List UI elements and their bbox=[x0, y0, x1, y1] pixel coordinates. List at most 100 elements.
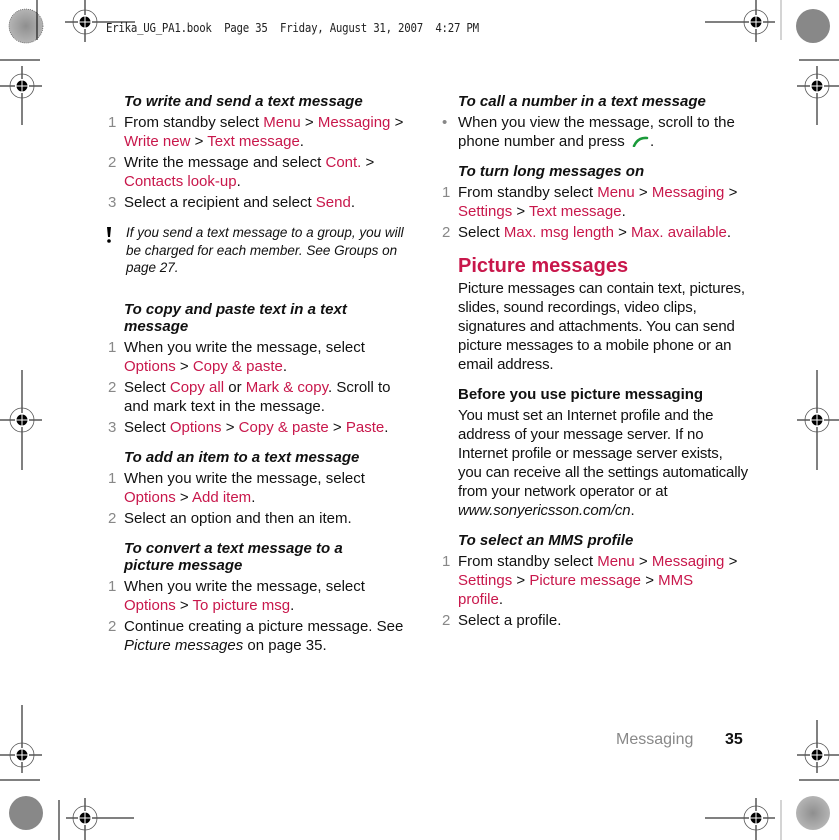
step-text: . bbox=[282, 357, 288, 375]
menu-path-item[interactable]: Settings bbox=[458, 203, 512, 220]
heading-call-number: To call a number in a text message bbox=[458, 93, 706, 110]
menu-path-item[interactable]: Max. available bbox=[631, 224, 727, 241]
step-item: 2 Select a profile. bbox=[440, 611, 740, 630]
step-item: 1 When you write the message, select Opti… bbox=[106, 577, 406, 615]
bullet: • bbox=[442, 114, 448, 131]
menu-path-item[interactable]: Menu bbox=[597, 553, 635, 570]
step-text: Continue creating a picture message. See bbox=[124, 617, 404, 635]
step-text: . bbox=[236, 173, 241, 190]
page-number: 35 bbox=[725, 731, 743, 748]
step-item: 2 Select Copy all or Mark & copy. Scroll … bbox=[106, 378, 406, 416]
step-text: > bbox=[175, 488, 192, 506]
step-text: > bbox=[512, 203, 530, 220]
step-item: 1 When you write the message, select Opti… bbox=[106, 469, 406, 507]
step-number: 2 bbox=[442, 224, 451, 241]
step-number: 1 bbox=[442, 553, 451, 570]
step-number: 1 bbox=[108, 114, 117, 131]
step-text: or bbox=[224, 378, 246, 396]
heading-write-send: To write and send a text message bbox=[124, 93, 363, 110]
step-text: > bbox=[724, 553, 738, 570]
step-number: 1 bbox=[108, 469, 117, 487]
steps-mms-profile: 1 From standby select Menu > Messaging > … bbox=[440, 552, 740, 630]
menu-path-item[interactable]: Send bbox=[316, 194, 351, 211]
step-number: 3 bbox=[108, 418, 117, 436]
menu-path-item[interactable]: Messaging bbox=[652, 553, 725, 570]
heading-add-item: To add an item to a text message bbox=[124, 448, 360, 466]
heading-copy-paste: To copy and paste text in a text message bbox=[124, 300, 347, 335]
menu-path-item[interactable]: Settings bbox=[458, 572, 512, 589]
step-text: From standby select bbox=[458, 553, 598, 570]
call-key-icon bbox=[632, 136, 649, 148]
before-use-body: You must set an Internet profile and the… bbox=[458, 407, 748, 519]
star-target-icon bbox=[796, 9, 830, 43]
step-number: 2 bbox=[108, 154, 117, 171]
step-text: > bbox=[221, 418, 239, 436]
step-text: Select bbox=[124, 418, 170, 436]
steps-add-item: 1 When you write the message, select Opti… bbox=[106, 469, 406, 528]
heading-mms-profile: To select an MMS profile bbox=[458, 532, 634, 549]
menu-path-item[interactable]: Contacts look-up bbox=[124, 173, 237, 190]
step-text: > bbox=[361, 154, 375, 171]
menu-path-item[interactable]: Options bbox=[124, 489, 176, 506]
step-number: 2 bbox=[442, 612, 451, 629]
step-item: 1 From standby select Menu > Messaging > … bbox=[440, 552, 740, 609]
step-item: 2 Select Max. msg length > Max. available… bbox=[440, 223, 740, 242]
step-number: 1 bbox=[108, 338, 117, 356]
menu-path-item[interactable]: Add item bbox=[192, 489, 251, 506]
menu-path-item[interactable]: Copy all bbox=[170, 379, 224, 396]
picture-messages-body: Picture messages can contain text, pictu… bbox=[458, 280, 745, 373]
menu-path-item[interactable]: Picture message bbox=[529, 572, 641, 589]
steps-write-send: 1 From standby select Menu > Messaging > … bbox=[106, 113, 406, 212]
step-text: Select a profile. bbox=[458, 612, 562, 629]
step-text: Write the message and select bbox=[124, 154, 326, 171]
menu-path-item[interactable]: Options bbox=[124, 597, 176, 614]
footer-section-name: Messaging bbox=[616, 731, 694, 748]
step-text: . bbox=[299, 133, 304, 150]
step-text: From standby select bbox=[124, 114, 264, 131]
step-number: 2 bbox=[108, 378, 117, 396]
menu-path-item[interactable]: Messaging bbox=[318, 114, 391, 131]
menu-path-item[interactable]: Options bbox=[124, 358, 176, 375]
step-text: From standby select bbox=[458, 184, 598, 201]
step-number: 3 bbox=[108, 194, 117, 211]
warning-note: If you send a text message to a group, y… bbox=[106, 224, 411, 277]
steps-convert: 1 When you write the message, select Opti… bbox=[106, 577, 406, 655]
left-column: To write and send a text message 1 From s… bbox=[106, 93, 406, 655]
step-text: When you write the message, select bbox=[124, 338, 365, 356]
menu-path-item[interactable]: Max. msg length bbox=[504, 224, 614, 241]
menu-path-item[interactable]: Text message bbox=[529, 203, 622, 220]
support-url[interactable]: www.sonyericsson.com/cn bbox=[458, 502, 631, 519]
step-text: > bbox=[328, 418, 346, 436]
star-target-icon bbox=[8, 8, 44, 44]
bullet-call-number: • When you view the message, scroll to t… bbox=[442, 114, 735, 150]
step-item: 1 From standby select Menu > Messaging > … bbox=[106, 113, 406, 151]
cross-reference[interactable]: Picture messages bbox=[124, 637, 243, 654]
menu-path-item[interactable]: Options bbox=[170, 419, 222, 436]
step-text: on page 35. bbox=[243, 636, 327, 654]
step-number: 2 bbox=[108, 617, 117, 635]
step-text: > bbox=[724, 184, 738, 201]
menu-path-item[interactable]: Messaging bbox=[652, 184, 725, 201]
menu-path-item[interactable]: Copy & paste bbox=[239, 419, 329, 436]
step-item: 3 Select Options > Copy & paste > Paste. bbox=[106, 418, 406, 437]
menu-path-item[interactable]: Mark & copy bbox=[246, 379, 328, 396]
step-item: 2 Write the message and select Cont. > Co… bbox=[106, 153, 406, 191]
heading-before-use: Before you use picture messaging bbox=[458, 386, 704, 403]
section-title-picture-messages: Picture messages bbox=[458, 255, 629, 277]
step-text: Select bbox=[458, 224, 504, 241]
menu-path-item[interactable]: Cont. bbox=[326, 154, 362, 171]
step-text: > bbox=[634, 184, 652, 201]
menu-path-item[interactable]: Copy & paste bbox=[193, 358, 283, 375]
step-text: Select bbox=[124, 378, 170, 396]
menu-path-item[interactable]: Write new bbox=[124, 133, 190, 150]
step-number: 1 bbox=[442, 184, 451, 201]
menu-path-item[interactable]: Menu bbox=[597, 184, 635, 201]
step-text: When you write the message, select bbox=[124, 469, 365, 487]
menu-path-item[interactable]: Menu bbox=[263, 114, 301, 131]
menu-path-item[interactable]: To picture msg bbox=[193, 597, 291, 614]
menu-path-item[interactable]: Text message bbox=[207, 133, 300, 150]
menu-path-item[interactable]: Paste bbox=[346, 419, 384, 436]
step-text: Select an option and then an item. bbox=[124, 509, 352, 527]
step-number: 2 bbox=[108, 509, 117, 527]
step-item: 3 Select a recipient and select Send. bbox=[106, 193, 406, 212]
